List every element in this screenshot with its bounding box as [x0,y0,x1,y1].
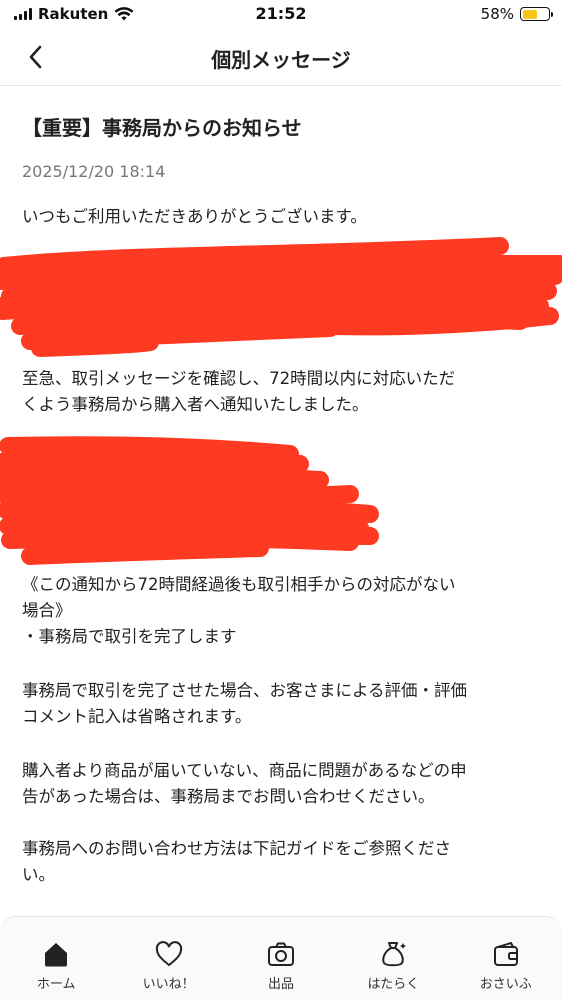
wallet-icon [493,942,518,966]
message-paragraph-4: 事務局で取引を完了させた場合、お客さまによる評価・評価 コメント記入は省略されま… [22,678,542,730]
text-line: くよう事務局から購入者へ通知いたしました。 [22,395,369,414]
tab-sell[interactable]: 出品 [228,917,334,999]
message-paragraph-1: いつもご利用いただきありがとうございます。 [22,204,542,230]
money-bag-icon [382,942,407,967]
message-paragraph-2: 至急、取引メッセージを確認し、72時間以内に対応いただ くよう事務局から購入者へ… [22,366,542,418]
text-line: 至急、取引メッセージを確認し、72時間以内に対応いただ [22,369,456,388]
heart-icon [155,941,182,967]
text-line: 場合》 [22,601,72,620]
tab-wallet[interactable]: おさいふ [453,917,559,999]
text-line: 事務局へのお問い合わせ方法は下記ガイドをご参照くださ [22,839,451,858]
camera-icon [267,942,294,966]
tab-home[interactable]: ホーム [3,917,109,999]
text-line: ・事務局で取引を完了します [22,627,237,646]
text-line: いつもご利用いただきありがとうございます。 [22,207,367,226]
battery-percent: 58% [480,5,514,23]
tab-label: 出品 [267,977,294,992]
home-icon [45,943,68,967]
message-date: 2025/12/20 18:14 [22,162,166,181]
tab-label: いいね！ [142,977,195,992]
text-line: コメント記入は省略されます。 [22,707,252,726]
message-content: 【重要】事務局からのお知らせ 2025/12/20 18:14 いつもご利用いた… [0,86,562,916]
bottom-tab-bar: ホーム いいね！ 出品 はたらく おさいふ [0,916,562,999]
tab-label: おさいふ [479,977,532,992]
tab-work[interactable]: はたらく [340,917,446,999]
redaction-scribble [0,237,562,357]
text-line: い。 [22,865,55,884]
text-line: 事務局で取引を完了させた場合、お客さまによる評価・評価 [22,681,468,700]
nav-bar: 個別メッセージ [0,30,562,86]
message-title: 【重要】事務局からのお知らせ [22,116,302,140]
message-paragraph-3: 《この通知から72時間経過後も取引相手からの対応がない 場合》 ・事務局で取引を… [22,572,542,650]
tab-label: ホーム [36,977,76,992]
clock: 21:52 [255,4,307,23]
status-bar: Rakuten 21:52 58% [0,0,562,30]
text-line: 告があった場合は、事務局までお問い合わせください。 [22,787,435,806]
page-title: 個別メッセージ [211,48,351,72]
battery-icon [520,7,553,21]
text-line: 《この通知から72時間経過後も取引相手からの対応がない [22,575,456,594]
text-line: 購入者より商品が届いていない、商品に問題があるなどの申 [22,761,467,780]
tab-label: はたらく [367,977,420,992]
battery-fill [522,9,537,19]
message-paragraph-5: 購入者より商品が届いていない、商品に問題があるなどの申 告があった場合は、事務局… [22,758,542,810]
message-paragraph-6: 事務局へのお問い合わせ方法は下記ガイドをご参照くださ い。 [22,836,542,888]
status-right: 58% [480,5,553,23]
tab-likes[interactable]: いいね！ [116,917,222,999]
redaction-scribble [0,436,379,565]
